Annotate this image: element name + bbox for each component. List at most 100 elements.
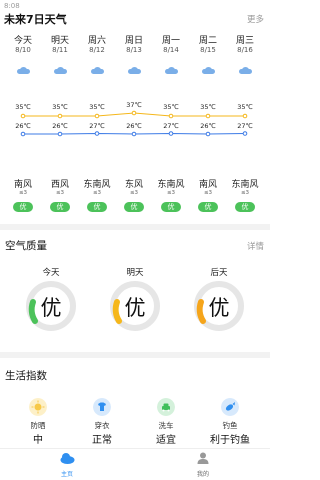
index-label: 穿衣: [94, 421, 110, 430]
aq-day-label: 今天: [42, 268, 60, 278]
aqi-badge: 优: [161, 202, 181, 212]
aqi-badge: 优: [124, 202, 144, 212]
forecast-day[interactable]: 周一 8/14 35℃ 27℃ 东南风 ≤3 优: [152, 30, 190, 215]
forecast-days: 今天 8/10 35℃ 26℃ 南风 ≤3 优 明天 8/11 35℃ 26℃ …: [0, 30, 270, 215]
divider: [0, 352, 270, 358]
nav-home[interactable]: 主页: [37, 451, 97, 479]
day-name: 周一: [161, 36, 180, 46]
index-label: 洗车: [158, 421, 174, 430]
day-date: 8/14: [163, 46, 179, 54]
aqi-badge: 优: [235, 202, 255, 212]
day-name: 周六: [87, 36, 106, 46]
index-label: 钓鱼: [222, 421, 238, 430]
aqi-badge: 优: [87, 202, 107, 212]
forecast-title: 未来7日天气: [4, 13, 67, 26]
wind-level: ≤3: [166, 190, 176, 196]
sun-icon: [29, 398, 47, 416]
wind-direction: 西风: [50, 180, 69, 190]
wind-direction: 南风: [198, 180, 217, 190]
air-quality-after-tomorrow[interactable]: 后天 优: [184, 266, 254, 346]
low-temp: 26℃: [15, 122, 31, 130]
cloud-icon: [17, 67, 30, 74]
nav-home-label: 主页: [60, 471, 73, 478]
user-icon: [197, 452, 209, 464]
low-temp: 27℃: [237, 122, 253, 130]
forecast-header: 未来7日天气 更多: [0, 11, 270, 29]
forecast-day[interactable]: 周日 8/13 37℃ 26℃ 东风 ≤3 优: [115, 30, 153, 215]
forecast-day[interactable]: 周三 8/16 35℃ 27℃ 东南风 ≤3 优: [226, 30, 264, 215]
wind-level: ≤3: [92, 190, 102, 196]
day-date: 8/15: [200, 46, 216, 54]
high-temp: 35℃: [237, 103, 253, 111]
low-temp: 26℃: [126, 122, 142, 130]
air-quality-more-link[interactable]: 详情: [247, 240, 264, 252]
car-icon: [157, 398, 175, 416]
high-temp: 35℃: [15, 103, 31, 111]
day-date: 8/11: [52, 46, 68, 54]
day-name: 明天: [50, 36, 69, 46]
nav-mine[interactable]: 我的: [173, 451, 233, 479]
day-name: 周日: [124, 36, 143, 46]
air-quality-tomorrow[interactable]: 明天 优: [100, 266, 170, 346]
aq-day-label: 明天: [126, 268, 144, 278]
day-date: 8/16: [237, 46, 253, 54]
cloud-icon: [54, 67, 67, 74]
cloud-icon: [239, 67, 252, 74]
wind-level: ≤3: [129, 190, 139, 196]
nav-mine-label: 我的: [196, 471, 209, 478]
status-time: 8:08: [4, 2, 20, 10]
air-quality-today[interactable]: 今天 优: [16, 266, 86, 346]
life-index-title: 生活指数: [5, 370, 47, 382]
fish-icon: [221, 398, 239, 416]
aqi-level: 优: [124, 296, 146, 320]
cloud-icon: [91, 67, 104, 74]
index-value: 适宜: [156, 435, 176, 446]
high-temp: 37℃: [126, 101, 142, 109]
shirt-icon: [93, 398, 111, 416]
wind-level: ≤3: [55, 190, 65, 196]
aqi-badge: 优: [198, 202, 218, 212]
aqi-badge: 优: [13, 202, 33, 212]
index-label: 防晒: [30, 421, 46, 430]
low-temp: 27℃: [163, 122, 179, 130]
air-quality-title: 空气质量: [5, 240, 47, 252]
high-temp: 35℃: [163, 103, 179, 111]
forecast-day[interactable]: 周二 8/15 35℃ 26℃ 南风 ≤3 优: [189, 30, 227, 215]
forecast-more-link[interactable]: 更多: [247, 13, 264, 25]
index-value: 正常: [92, 435, 112, 446]
wind-direction: 南风: [13, 180, 32, 190]
wind-direction: 东风: [124, 180, 143, 190]
cloud-icon: [202, 67, 215, 74]
aqi-level: 优: [208, 296, 230, 320]
bottom-nav: 主页 我的: [0, 448, 270, 480]
wind-direction: 东南风: [231, 180, 259, 190]
index-value: 利于钓鱼: [210, 435, 250, 446]
high-temp: 35℃: [200, 103, 216, 111]
day-date: 8/13: [126, 46, 142, 54]
wind-direction: 东南风: [83, 180, 111, 190]
aqi-badge: 优: [50, 202, 70, 212]
day-name: 周三: [235, 36, 254, 46]
wind-direction: 东南风: [157, 180, 185, 190]
forecast-day[interactable]: 今天 8/10 35℃ 26℃ 南风 ≤3 优: [4, 30, 42, 215]
cloud-icon: [60, 453, 75, 464]
wind-level: ≤3: [203, 190, 213, 196]
index-value: 中: [33, 435, 43, 446]
high-temp: 35℃: [52, 103, 68, 111]
aq-day-label: 后天: [210, 268, 228, 278]
high-temp: 35℃: [89, 103, 105, 111]
day-date: 8/10: [15, 46, 31, 54]
day-date: 8/12: [89, 46, 105, 54]
wind-level: ≤3: [240, 190, 250, 196]
wind-level: ≤3: [18, 190, 28, 196]
cloud-icon: [128, 67, 141, 74]
forecast-day[interactable]: 周六 8/12 35℃ 27℃ 东南风 ≤3 优: [78, 30, 116, 215]
low-temp: 26℃: [200, 122, 216, 130]
low-temp: 27℃: [89, 122, 105, 130]
divider: [0, 224, 270, 230]
cloud-icon: [165, 67, 178, 74]
day-name: 今天: [13, 36, 32, 46]
day-name: 周二: [198, 36, 217, 46]
forecast-day[interactable]: 明天 8/11 35℃ 26℃ 西风 ≤3 优: [41, 30, 79, 215]
aqi-level: 优: [40, 296, 62, 320]
